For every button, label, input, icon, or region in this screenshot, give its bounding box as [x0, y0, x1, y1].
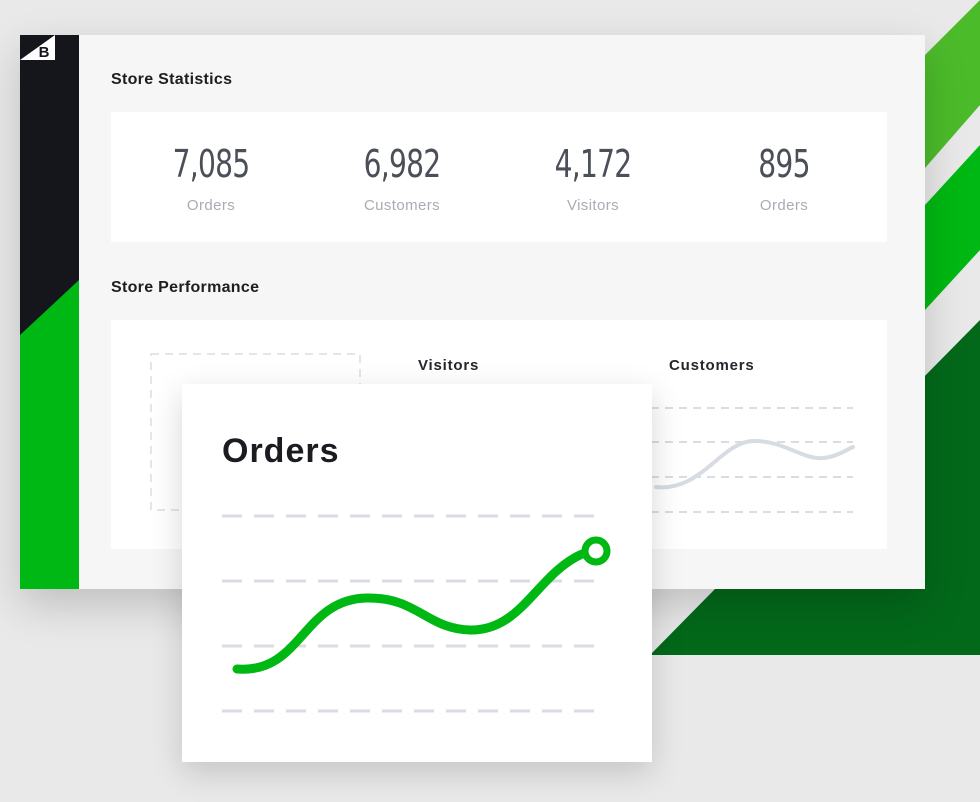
stripe-green: [925, 145, 980, 310]
stat-customers[interactable]: 6,982 Customers: [305, 112, 499, 242]
orders-chart-card[interactable]: Orders: [182, 384, 652, 762]
stat-value: 4,172: [554, 142, 633, 186]
store-performance-title: Store Performance: [111, 279, 260, 296]
stat-visitors[interactable]: 4,172 Visitors: [496, 112, 690, 242]
customers-chart-title: Customers: [669, 357, 755, 374]
store-statistics-card: 7,085 Orders 6,982 Customers 4,172 Visit…: [111, 112, 887, 242]
customers-chart-line: [654, 438, 855, 490]
visitors-chart-title: Visitors: [418, 357, 480, 374]
orders-chart-gridlines: [222, 514, 602, 713]
stat-orders-total[interactable]: 7,085 Orders: [114, 112, 308, 242]
stat-label: Visitors: [566, 197, 620, 214]
orders-chart-line: [232, 549, 587, 674]
stat-label: Orders: [186, 197, 236, 214]
stat-orders-recent[interactable]: 895 Orders: [687, 112, 881, 242]
circle-marker-icon[interactable]: [581, 536, 611, 566]
orders-chart: [222, 514, 611, 713]
stat-value: 6,982: [363, 142, 442, 186]
sidebar-background: [20, 35, 79, 589]
logo-letter: B: [39, 44, 50, 60]
sidebar: B: [20, 35, 79, 589]
bigcommerce-b-logo-icon[interactable]: B: [20, 35, 55, 60]
stat-label: Orders: [759, 197, 809, 214]
stat-value: 895: [758, 142, 810, 186]
stat-value: 7,085: [172, 142, 251, 186]
stripe-light-green: [925, 0, 980, 168]
store-statistics-title: Store Statistics: [111, 71, 233, 88]
stat-label: Customers: [363, 197, 441, 214]
